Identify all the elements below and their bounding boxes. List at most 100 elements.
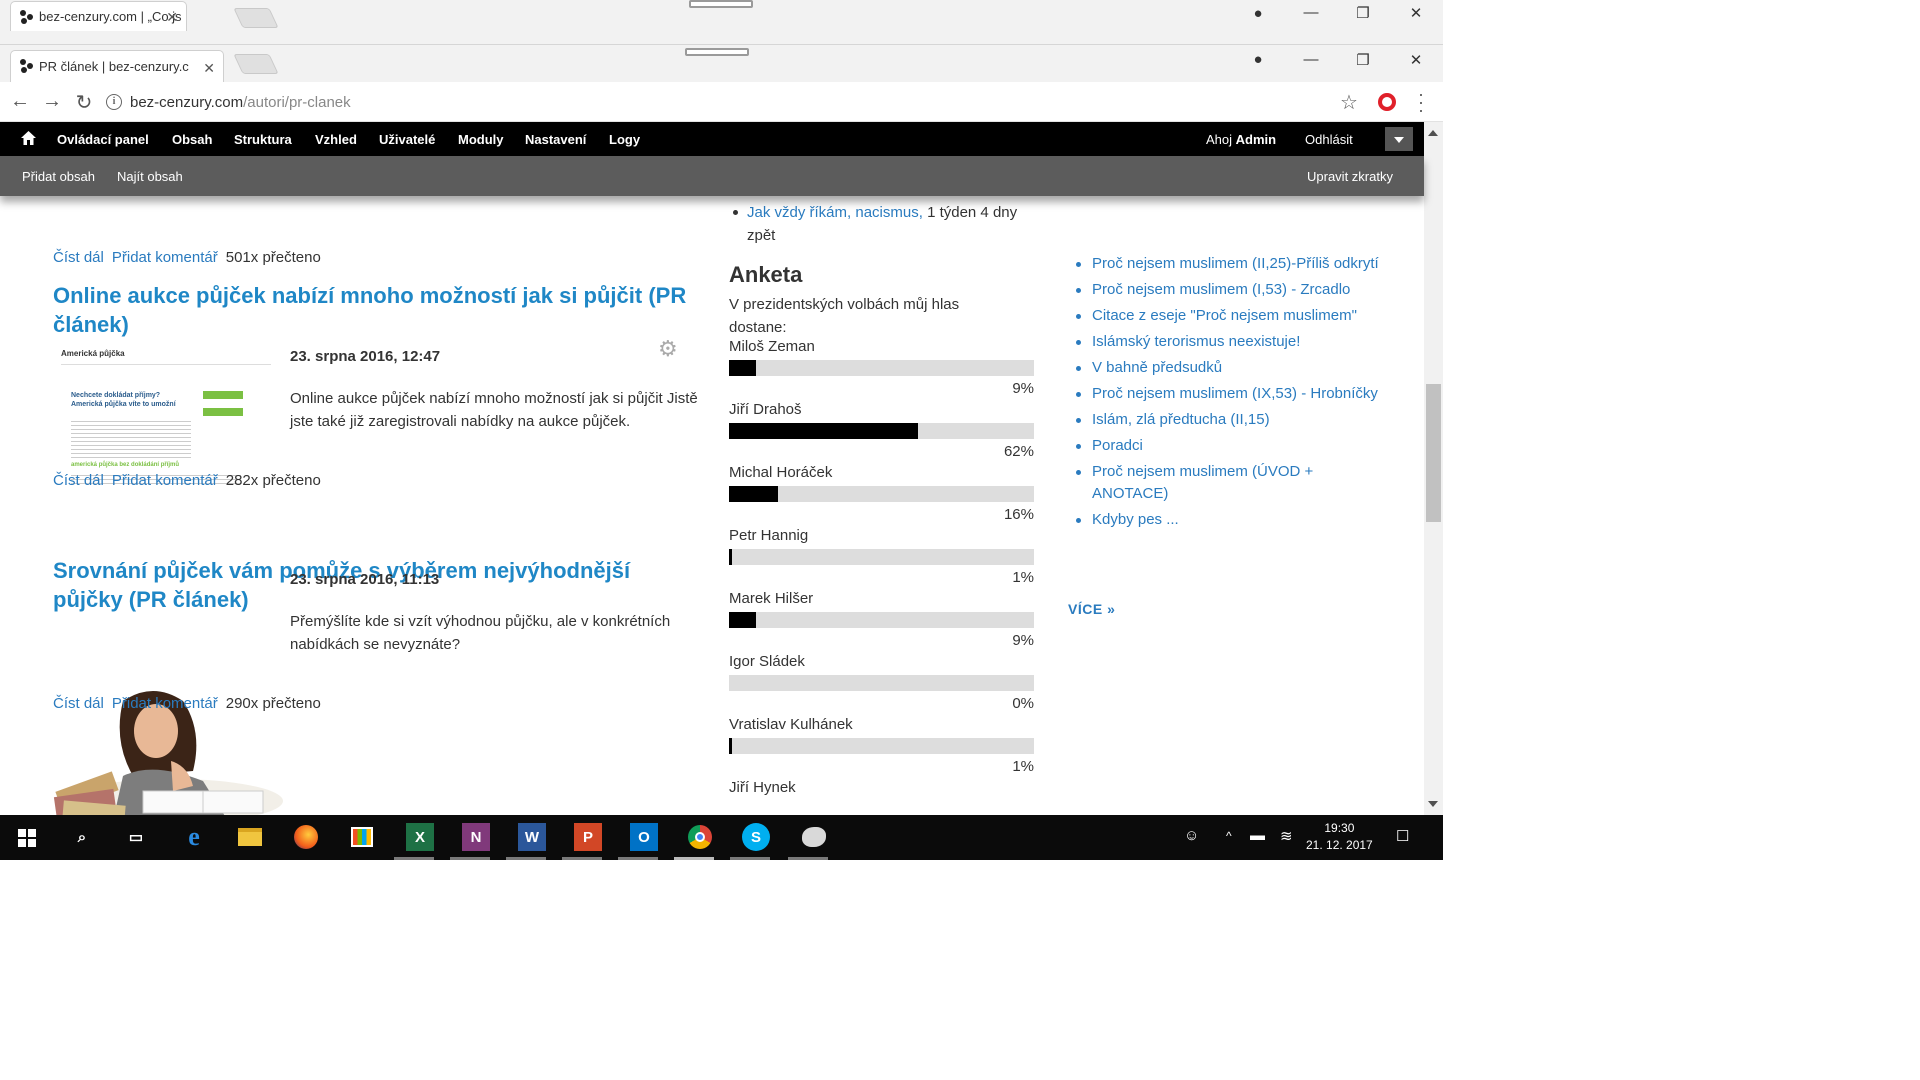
close-tab-icon[interactable]: ✕: [166, 9, 178, 26]
back-arrow-icon[interactable]: ←: [8, 90, 32, 113]
poll-option: Vratislav Kulhánek 1%: [729, 716, 1034, 775]
paint-icon[interactable]: [800, 823, 828, 851]
task-view-icon[interactable]: ▭: [122, 823, 150, 851]
toolbar-drawer-toggle-icon[interactable]: [1385, 127, 1413, 151]
thumb-green-text: americká půjčka bez dokládání příjmů: [71, 462, 180, 468]
admin-menu-appearance[interactable]: Vzhled: [315, 132, 357, 147]
sidebar-link[interactable]: Proč nejsem muslimem (I,53) - Zrcadlo: [1068, 279, 1388, 301]
new-tab-button[interactable]: [233, 54, 279, 74]
poll-option: Marek Hilšer 9%: [729, 590, 1034, 649]
action-center-icon[interactable]: ☐: [1396, 827, 1409, 845]
poll-option-name: Miloš Zeman: [729, 338, 815, 355]
file-explorer-icon[interactable]: [236, 823, 264, 851]
sidebar-link[interactable]: Proč nejsem muslimem (IX,53) - Hrobníčky: [1068, 383, 1388, 405]
poll-option: Jiří Drahoš 62%: [729, 401, 1034, 460]
new-tab-button[interactable]: [233, 8, 279, 28]
admin-menu-structure[interactable]: Struktura: [234, 132, 292, 147]
gear-icon[interactable]: ⚙: [658, 336, 678, 362]
thumb-green-box: [203, 408, 243, 416]
opera-extension-icon[interactable]: [1378, 93, 1396, 111]
system-clock[interactable]: 19:30 21. 12. 2017: [1306, 820, 1373, 854]
edge-icon[interactable]: e: [180, 822, 208, 851]
reload-icon[interactable]: ↻: [72, 90, 96, 115]
sidebar-more-link[interactable]: VÍCE »: [1068, 601, 1115, 617]
admin-menu-dashboard[interactable]: Ovládací panel: [57, 132, 149, 147]
firefox-icon[interactable]: [292, 823, 320, 851]
onenote-icon[interactable]: N: [462, 823, 490, 851]
search-icon[interactable]: ⌕: [68, 823, 96, 851]
sidebar-link[interactable]: Citace z eseje "Proč nejsem muslimem": [1068, 305, 1388, 327]
forward-arrow-icon[interactable]: →: [40, 90, 64, 113]
running-indicator: [730, 857, 770, 860]
close-window-icon[interactable]: ✕: [1406, 4, 1426, 22]
profile-icon[interactable]: ●: [1248, 51, 1268, 68]
sidebar-link[interactable]: V bahně předsudků: [1068, 357, 1388, 379]
page-scrollbar[interactable]: [1424, 122, 1443, 815]
restore-icon[interactable]: ❐: [1353, 51, 1373, 69]
home-icon[interactable]: [21, 131, 36, 145]
poll-option: Miloš Zeman 9%: [729, 338, 1034, 397]
url-host: bez-cenzury.com: [130, 93, 244, 111]
store-icon[interactable]: [348, 823, 376, 851]
minimize-icon[interactable]: —: [1301, 4, 1321, 21]
poll-bar-fill: [729, 486, 778, 502]
browser-menu-icon[interactable]: · · ·: [1418, 85, 1424, 119]
sidebar-link[interactable]: Kdyby pes ...: [1068, 509, 1388, 531]
add-comment-link[interactable]: Přidat komentář: [112, 472, 218, 489]
admin-menu-content[interactable]: Obsah: [172, 132, 212, 147]
chevron-up-icon[interactable]: ^: [1226, 829, 1232, 843]
outlook-icon[interactable]: O: [630, 823, 658, 851]
close-tab-icon[interactable]: ✕: [203, 60, 215, 77]
poll-option-percent: 62%: [1003, 443, 1034, 460]
people-icon[interactable]: ☺: [1184, 827, 1199, 844]
close-window-icon[interactable]: ✕: [1406, 51, 1426, 69]
bookmark-star-icon[interactable]: ☆: [1340, 90, 1358, 115]
shortcut-add-content[interactable]: Přidat obsah: [22, 169, 95, 184]
word-icon[interactable]: W: [518, 823, 546, 851]
battery-icon[interactable]: ▬: [1250, 827, 1265, 844]
read-more-link[interactable]: Číst dál: [53, 695, 104, 712]
article-title[interactable]: Online aukce půjček nabízí mnoho možnost…: [53, 281, 703, 339]
sidebar-link[interactable]: Islámský terorismus neexistuje!: [1068, 331, 1388, 353]
address-bar[interactable]: i bez-cenzury.com/autori/pr-clanek: [105, 88, 1402, 116]
sidebar-link[interactable]: Islám, zlá předtucha (II,15): [1068, 409, 1388, 431]
tab-title: bez-cenzury.com | „Co js: [39, 9, 182, 24]
scroll-down-icon[interactable]: [1428, 801, 1438, 812]
chrome-icon[interactable]: [686, 823, 714, 851]
recent-comment-link[interactable]: Jak vždy říkám, nacismus,: [747, 204, 923, 221]
article-date: 23. srpna 2016, 11:13: [290, 571, 440, 588]
thumb-divider: [61, 364, 271, 365]
edit-shortcuts-link[interactable]: Upravit zkratky: [1307, 169, 1393, 184]
sidebar-link[interactable]: Poradci: [1068, 435, 1388, 457]
excel-icon[interactable]: X: [406, 823, 434, 851]
powerpoint-icon[interactable]: P: [574, 823, 602, 851]
background-browser-tab[interactable]: bez-cenzury.com | „Co js ✕: [10, 1, 187, 31]
windows-start-icon[interactable]: [18, 829, 36, 847]
minimize-icon[interactable]: —: [1301, 51, 1321, 68]
read-more-link[interactable]: Číst dál: [53, 249, 104, 266]
scrollbar-thumb[interactable]: [1426, 384, 1441, 522]
site-info-icon[interactable]: i: [106, 94, 122, 110]
sidebar-link[interactable]: Proč nejsem muslimem (II,25)-Příliš odkr…: [1068, 253, 1388, 275]
admin-menu-users[interactable]: Uživatelé: [379, 132, 435, 147]
admin-menu-modules[interactable]: Moduly: [458, 132, 504, 147]
poll-title: Anketa: [729, 262, 803, 287]
restore-icon[interactable]: ❐: [1353, 4, 1373, 22]
logout-link[interactable]: Odhlásit: [1305, 132, 1353, 147]
scroll-up-icon[interactable]: [1428, 125, 1438, 136]
admin-menu-logs[interactable]: Logy: [609, 132, 640, 147]
add-comment-link[interactable]: Přidat komentář: [112, 695, 218, 712]
wifi-icon[interactable]: ≋: [1280, 827, 1293, 845]
profile-icon[interactable]: ●: [1248, 5, 1268, 22]
article-thumbnail[interactable]: Americká půjčka Nechcete dokládat příjmy…: [53, 346, 275, 486]
poll-option-percent: 1%: [1012, 758, 1034, 775]
read-more-link[interactable]: Číst dál: [53, 472, 104, 489]
active-browser-tab[interactable]: PR článek | bez-cenzury.c ✕: [10, 50, 224, 82]
skype-icon[interactable]: S: [742, 823, 770, 851]
poll-option-name: Marek Hilšer: [729, 590, 814, 607]
shortcut-find-content[interactable]: Najít obsah: [117, 169, 183, 184]
sidebar-link[interactable]: Proč nejsem muslimem (ÚVOD + ANOTACE): [1068, 461, 1388, 505]
thumb-text-lines: [71, 418, 191, 458]
add-comment-link[interactable]: Přidat komentář: [112, 249, 218, 266]
admin-menu-settings[interactable]: Nastavení: [525, 132, 586, 147]
